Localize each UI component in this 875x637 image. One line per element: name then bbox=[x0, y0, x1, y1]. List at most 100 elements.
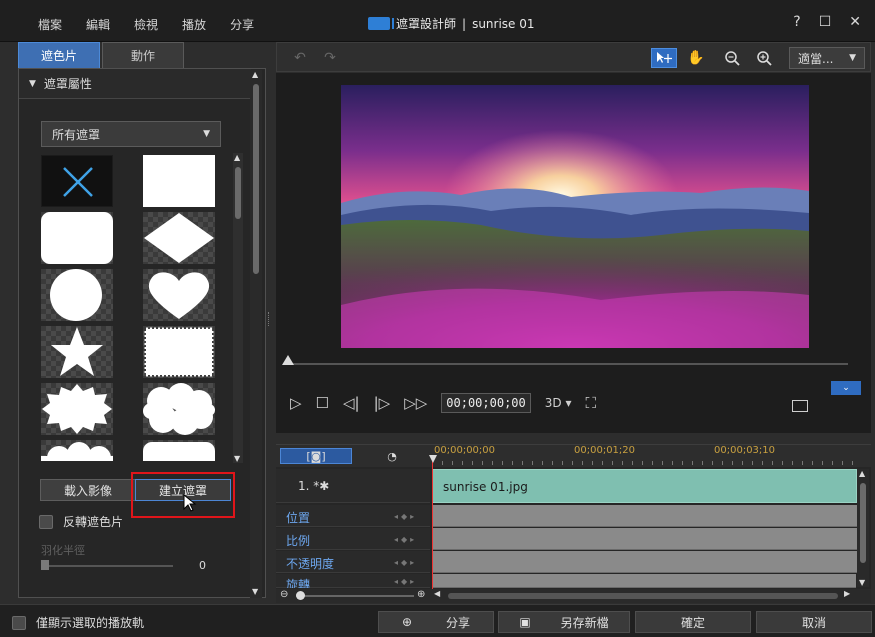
zoom-fit-dropdown[interactable]: 適當... ▼ bbox=[789, 47, 865, 69]
panel-splitter[interactable] bbox=[268, 312, 272, 326]
invert-mask-checkbox[interactable] bbox=[39, 514, 53, 529]
ok-button[interactable]: 確定 bbox=[635, 611, 751, 633]
keyframe-nav-icon[interactable]: ◂◆▸ bbox=[394, 535, 417, 544]
property-track-rotation[interactable]: 旋轉 ◂◆▸ bbox=[276, 574, 856, 588]
playhead-line[interactable] bbox=[432, 459, 433, 591]
show-selected-tracks-checkbox[interactable] bbox=[12, 615, 26, 630]
mask-heart[interactable] bbox=[143, 269, 215, 321]
fast-forward-icon[interactable]: ▷▷ bbox=[404, 394, 427, 412]
playhead-marker[interactable] bbox=[429, 455, 437, 463]
feather-slider-handle[interactable] bbox=[41, 560, 49, 570]
stop-icon[interactable]: ☐ bbox=[316, 394, 329, 412]
shape-grid-scrollbar[interactable]: ▲ ▼ bbox=[233, 153, 243, 463]
menu-file[interactable]: 檔案 bbox=[38, 16, 62, 33]
play-icon[interactable]: ▷ bbox=[290, 394, 302, 412]
next-frame-icon[interactable]: |▷ bbox=[374, 394, 391, 412]
mask-star[interactable] bbox=[41, 326, 113, 378]
timeline-zoom-handle[interactable] bbox=[296, 591, 305, 600]
clip-track[interactable]: 1. *✱ sunrise 01.jpg bbox=[276, 469, 857, 503]
save-as-new-button[interactable]: ▣ 另存新檔 bbox=[498, 611, 630, 633]
keyframe-mode-icon[interactable]: ◔ bbox=[384, 448, 400, 464]
expand-panel-icon[interactable]: ⌄ bbox=[831, 381, 861, 395]
preview-image[interactable] bbox=[341, 85, 809, 348]
tab-motion[interactable]: 動作 bbox=[102, 42, 184, 68]
mask-circle[interactable] bbox=[41, 269, 113, 321]
help-icon[interactable]: ? bbox=[793, 14, 800, 30]
panel-tabs: 遮色片 動作 bbox=[18, 42, 184, 68]
scroll-down-arrow-icon[interactable]: ▼ bbox=[252, 587, 258, 596]
property-bar[interactable] bbox=[432, 551, 857, 573]
left-panel-scrollbar[interactable]: ▲ ▼ bbox=[250, 70, 262, 598]
timeline-vertical-scrollbar[interactable]: ▲ ▼ bbox=[857, 469, 869, 587]
close-icon[interactable]: ✕ bbox=[849, 14, 861, 30]
mask-rounded-rectangle[interactable] bbox=[41, 212, 113, 264]
zoom-out-icon[interactable] bbox=[721, 48, 743, 68]
circle-shape bbox=[50, 269, 102, 321]
property-track-opacity[interactable]: 不透明度 ◂◆▸ bbox=[276, 551, 857, 573]
scrollbar-thumb[interactable] bbox=[860, 483, 866, 563]
property-bar[interactable] bbox=[432, 505, 857, 527]
ruler-scale bbox=[432, 461, 857, 465]
property-bar[interactable] bbox=[432, 574, 856, 588]
zoom-out-circle-icon[interactable]: ⊖ bbox=[280, 589, 288, 600]
section-header[interactable]: ▼ 遮罩屬性 bbox=[19, 69, 251, 99]
clip-bar[interactable]: sunrise 01.jpg bbox=[432, 469, 857, 503]
fullscreen-icon[interactable]: ⛶ bbox=[585, 394, 596, 412]
scroll-right-arrow-icon[interactable]: ▶ bbox=[844, 589, 850, 598]
select-tool-icon[interactable] bbox=[651, 48, 677, 68]
invert-mask-row[interactable]: 反轉遮色片 bbox=[39, 513, 123, 530]
keyframe-nav-icon[interactable]: ◂◆▸ bbox=[394, 577, 417, 586]
timeline-ruler[interactable]: 00;00;00;00 00;00;01;20 00;00;03;10 bbox=[432, 445, 857, 467]
scroll-down-arrow-icon[interactable]: ▼ bbox=[234, 454, 240, 463]
zoom-in-circle-icon[interactable]: ⊕ bbox=[417, 589, 425, 600]
cancel-button[interactable]: 取消 bbox=[756, 611, 872, 633]
timeline-zoom-slider[interactable] bbox=[296, 595, 414, 597]
mask-filter-dropdown[interactable]: 所有遮罩 ▼ bbox=[41, 121, 221, 147]
keyframe-nav-icon[interactable]: ◂◆▸ bbox=[394, 558, 417, 567]
import-image-button[interactable]: 載入影像 bbox=[40, 479, 136, 501]
keyframe-nav-icon[interactable]: ◂◆▸ bbox=[394, 512, 417, 521]
property-track-position[interactable]: 位置 ◂◆▸ bbox=[276, 505, 857, 527]
rounded-rectangle-shape bbox=[143, 442, 215, 461]
property-track-scale[interactable]: 比例 ◂◆▸ bbox=[276, 528, 857, 550]
tab-mask[interactable]: 遮色片 bbox=[18, 42, 100, 68]
redo-icon[interactable]: ↷ bbox=[319, 48, 341, 68]
scroll-down-arrow-icon[interactable]: ▼ bbox=[859, 578, 865, 587]
mask-rectangle[interactable] bbox=[143, 155, 215, 207]
menu-play[interactable]: 播放 bbox=[182, 16, 206, 33]
mask-properties-panel: ▼ 遮罩屬性 所有遮罩 ▼ ▲ ▼ 載入影像 建立遮罩 反轉遮色片 羽化半徑 0 bbox=[18, 68, 266, 598]
menu-view[interactable]: 檢視 bbox=[134, 16, 158, 33]
scrollbar-thumb[interactable] bbox=[253, 84, 259, 274]
feather-slider[interactable] bbox=[43, 565, 173, 567]
mask-none[interactable] bbox=[41, 155, 113, 207]
menu-edit[interactable]: 編輯 bbox=[86, 16, 110, 33]
display-mode-icon[interactable] bbox=[792, 400, 808, 412]
menu-share[interactable]: 分享 bbox=[230, 16, 254, 33]
mask-cloud-partial[interactable] bbox=[41, 440, 113, 461]
scroll-up-arrow-icon[interactable]: ▲ bbox=[859, 469, 865, 478]
maximize-icon[interactable]: ☐ bbox=[819, 14, 832, 30]
scroll-up-arrow-icon[interactable]: ▲ bbox=[234, 153, 240, 162]
mask-stamp[interactable] bbox=[143, 326, 215, 378]
show-selected-tracks-row[interactable]: 僅顯示選取的播放軌 bbox=[12, 614, 144, 631]
seek-bar[interactable] bbox=[288, 363, 848, 365]
timeline-horizontal-scrollbar[interactable] bbox=[448, 593, 838, 599]
timeline-mode-button[interactable]: [◙] bbox=[280, 448, 352, 464]
share-button[interactable]: ⊕ 分享 bbox=[378, 611, 494, 633]
undo-icon[interactable]: ↶ bbox=[289, 48, 311, 68]
zoom-in-icon[interactable] bbox=[753, 48, 775, 68]
3d-mode-toggle[interactable]: 3D ▾ bbox=[545, 396, 572, 410]
seek-handle[interactable] bbox=[282, 355, 294, 365]
mask-cloud[interactable] bbox=[143, 383, 215, 435]
scroll-left-arrow-icon[interactable]: ◀ bbox=[434, 589, 440, 598]
scroll-up-arrow-icon[interactable]: ▲ bbox=[252, 70, 258, 79]
scrollbar-thumb[interactable] bbox=[235, 167, 241, 219]
mask-diamond[interactable] bbox=[143, 212, 215, 264]
hand-icon[interactable]: ✋ bbox=[685, 48, 707, 68]
previous-frame-icon[interactable]: ◁| bbox=[343, 394, 360, 412]
mask-burst[interactable] bbox=[41, 383, 113, 435]
save-as-new-label: 另存新檔 bbox=[560, 615, 609, 630]
timecode-display[interactable]: 00;00;00;00 bbox=[441, 393, 531, 413]
mask-rectangle-partial[interactable] bbox=[143, 440, 215, 461]
property-bar[interactable] bbox=[432, 528, 857, 550]
